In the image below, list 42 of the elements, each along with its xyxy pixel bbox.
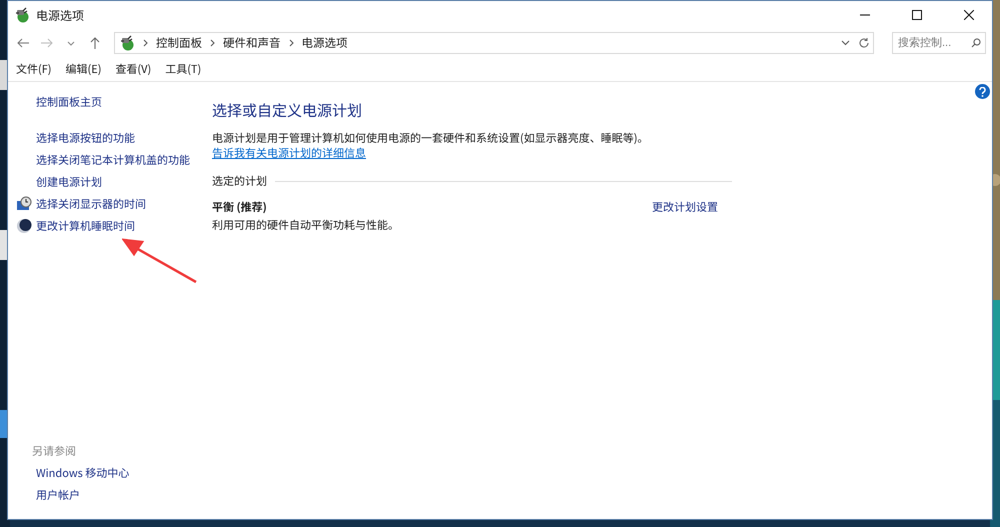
back-arrow-icon[interactable] — [17, 38, 29, 48]
power-plug-icon — [119, 35, 135, 51]
help-link[interactable]: 告诉我有关电源计划的详细信息 — [212, 145, 366, 161]
sidebar-link[interactable]: 创建电源计划 — [36, 174, 102, 190]
plan-description: 利用可用的硬件自动平衡功耗与性能。 — [212, 217, 400, 233]
close-icon[interactable] — [964, 10, 974, 20]
maximize-icon[interactable] — [912, 10, 922, 20]
moon-icon — [16, 218, 32, 234]
chevron-icon — [210, 39, 215, 47]
change-plan-link[interactable]: 更改计划设置 — [652, 199, 718, 215]
up-arrow-icon[interactable] — [90, 37, 100, 49]
address-bar[interactable]: 控制面板 硬件和声音 电源选项 — [114, 32, 874, 54]
chevron-icon — [288, 39, 294, 47]
caret-icon[interactable] — [67, 40, 75, 46]
page-heading: 选择或自定义电源计划 — [212, 100, 364, 121]
help-icon[interactable] — [975, 84, 990, 99]
search-icon — [971, 38, 981, 48]
sidebar-link[interactable]: 选择关闭显示器的时间 — [36, 196, 146, 212]
sidebar-link[interactable]: Windows 移动中心 — [36, 465, 130, 481]
sidebar-link[interactable]: 选择关闭笔记本计算机盖的功能 — [36, 152, 190, 168]
menu-item[interactable]: 工具(T) — [165, 61, 202, 77]
plan-name: 平衡 (推荐) — [212, 199, 267, 215]
section-heading: 另请参阅 — [32, 443, 77, 459]
description: 电源计划是用于管理计算机如何使用电源的一套硬件和系统设置(如显示器亮度、睡眠等)。 告诉我有关电源计划的详细信息 — [212, 131, 650, 161]
menu-item[interactable]: 编辑(E) — [66, 61, 102, 77]
section-label: 选定的计划 — [212, 173, 267, 189]
chevron-icon — [143, 39, 148, 47]
sidebar-link[interactable]: 更改计算机睡眠时间 — [36, 218, 135, 234]
power-plug-icon — [14, 7, 30, 23]
search-field[interactable]: 搜索控制... — [892, 32, 986, 54]
breadcrumb[interactable]: 控制面板 — [156, 35, 202, 51]
menu-item[interactable]: 查看(V) — [115, 61, 152, 77]
monitor-clock-icon — [16, 196, 32, 212]
sidebar-link[interactable]: 控制面板主页 — [36, 94, 102, 110]
breadcrumb[interactable]: 硬件和声音 — [223, 35, 280, 51]
window-title: 电源选项 — [36, 6, 86, 24]
breadcrumb[interactable]: 电源选项 — [302, 35, 348, 51]
refresh-icon[interactable] — [858, 37, 870, 49]
sidebar-link[interactable]: 用户帐户 — [36, 487, 80, 503]
sidebar-link[interactable]: 选择电源按钮的功能 — [36, 130, 135, 146]
dropdown-caret-icon[interactable] — [841, 40, 850, 46]
menu-item[interactable]: 文件(F) — [16, 61, 52, 77]
